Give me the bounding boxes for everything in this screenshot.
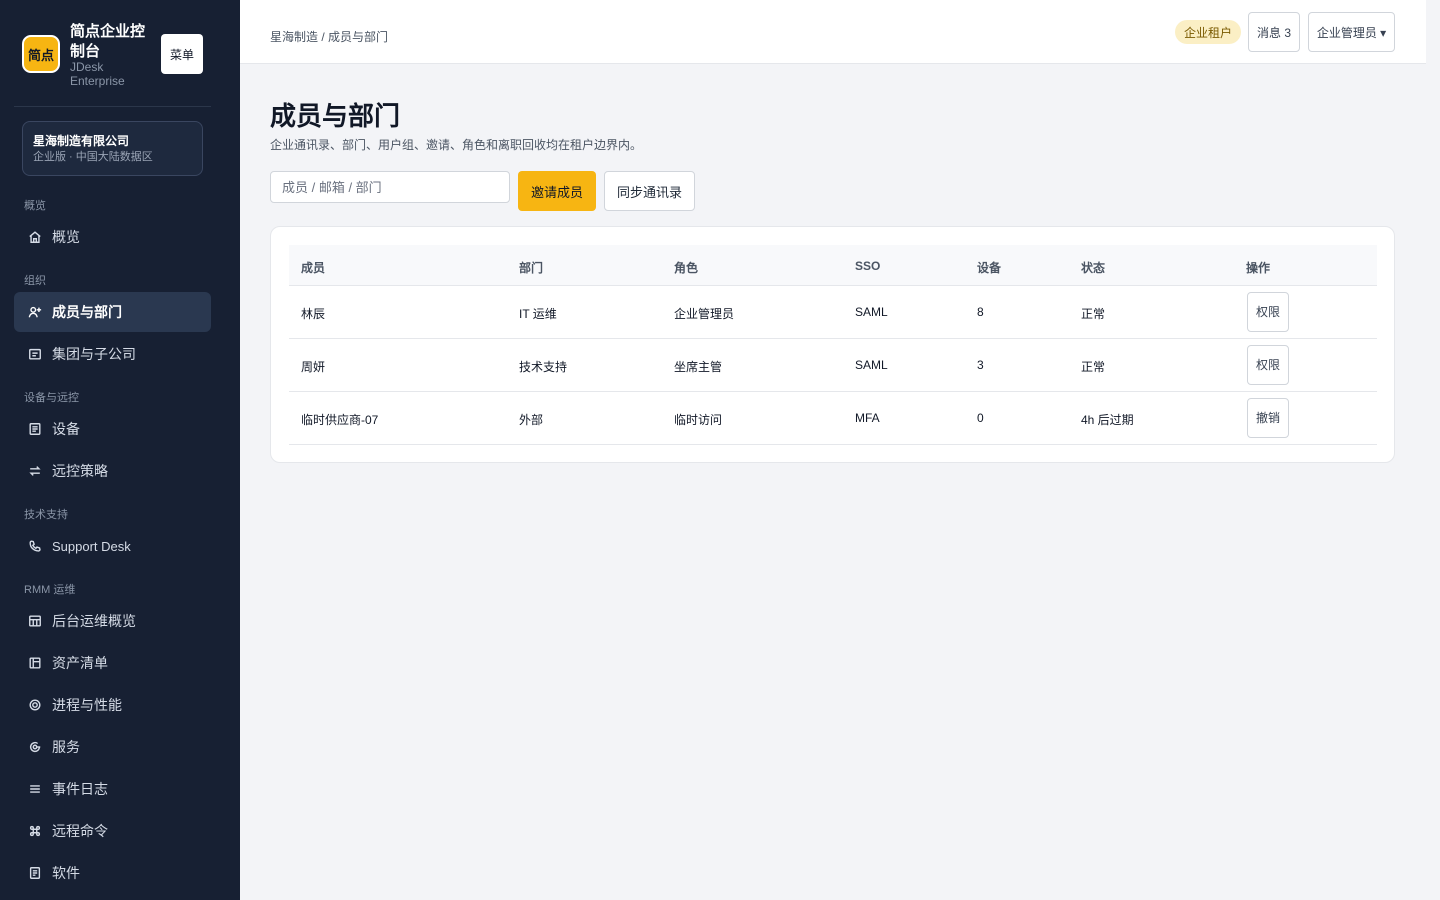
tenant-badge: 企业租户 bbox=[1175, 20, 1242, 44]
nav-group-rmm: RMM 运维 bbox=[24, 584, 76, 596]
cell-status: 4h 后过期 bbox=[1081, 413, 1134, 427]
sidebar-item-label: 资产清单 bbox=[52, 655, 108, 671]
menu-button[interactable]: 菜单 bbox=[161, 34, 203, 74]
table-row: 林辰 IT 运维 企业管理员 SAML 8 正常 权限 bbox=[289, 286, 1377, 339]
page-title: 成员与部门 bbox=[270, 101, 401, 131]
sidebar-item-ops-overview[interactable]: 后台运维概览 bbox=[14, 601, 211, 641]
cell-role: 坐席主管 bbox=[674, 360, 723, 374]
org-switcher[interactable]: 星海制造有限公司 企业版 · 中国大陆数据区 bbox=[22, 121, 203, 176]
cell-sso: SAML bbox=[855, 305, 888, 319]
cell-dept: IT 运维 bbox=[519, 307, 557, 321]
device-icon bbox=[28, 422, 42, 436]
sidebar-item-groups[interactable]: 集团与子公司 bbox=[14, 334, 211, 374]
messages-button[interactable]: 消息 3 bbox=[1248, 12, 1300, 52]
table-row: 周妍 技术支持 坐席主管 SAML 3 正常 权限 bbox=[289, 339, 1377, 392]
cell-devices: 0 bbox=[977, 411, 984, 425]
sidebar-item-software[interactable]: 软件 bbox=[14, 853, 211, 893]
page-description: 企业通讯录、部门、用户组、邀请、角色和离职回收均在租户边界内。 bbox=[270, 138, 643, 152]
sidebar-divider bbox=[14, 106, 211, 107]
cell-member: 周妍 bbox=[301, 360, 326, 374]
cell-dept: 技术支持 bbox=[519, 360, 568, 374]
scrollbar-gutter bbox=[1426, 0, 1440, 900]
topbar: 星海制造 / 成员与部门 企业租户 消息 3 企业管理员 ▾ bbox=[240, 0, 1426, 64]
sidebar-item-label: 集团与子公司 bbox=[52, 346, 136, 362]
cell-sso: SAML bbox=[855, 358, 888, 372]
command-icon bbox=[28, 824, 42, 838]
brand-name: 简点企业控制台 bbox=[70, 23, 146, 60]
sidebar-item-services[interactable]: 服务 bbox=[14, 727, 211, 767]
sidebar-item-remote-policy[interactable]: 远控策略 bbox=[14, 451, 211, 491]
file-icon bbox=[28, 866, 42, 880]
home-icon bbox=[28, 230, 42, 244]
sidebar: 简点 简点企业控制台 JDesk Enterprise 菜单 星海制造有限公司 … bbox=[0, 0, 240, 900]
nav-group-org: 组织 bbox=[24, 275, 46, 287]
column-header-sso: SSO bbox=[855, 259, 881, 273]
nav-group-support: 技术支持 bbox=[24, 509, 68, 521]
building-icon bbox=[28, 347, 42, 361]
invite-member-button[interactable]: 邀请成员 bbox=[518, 171, 596, 211]
sidebar-item-label: 软件 bbox=[52, 865, 80, 881]
sidebar-item-label: 后台运维概览 bbox=[52, 613, 136, 629]
sync-directory-button[interactable]: 同步通讯录 bbox=[604, 171, 695, 211]
column-header-role: 角色 bbox=[674, 261, 699, 275]
sidebar-item-label: 设备 bbox=[52, 421, 80, 437]
sidebar-item-members[interactable]: 成员与部门 bbox=[14, 292, 211, 332]
sidebar-item-label: 进程与性能 bbox=[52, 697, 122, 713]
column-header-devices: 设备 bbox=[977, 261, 1002, 275]
column-header-dept: 部门 bbox=[519, 261, 544, 275]
phone-icon bbox=[28, 539, 42, 553]
column-header-actions: 操作 bbox=[1246, 261, 1271, 275]
sidebar-item-label: 概览 bbox=[52, 229, 80, 245]
nav-group-devices: 设备与远控 bbox=[24, 392, 79, 404]
column-header-status: 状态 bbox=[1081, 261, 1106, 275]
permissions-button[interactable]: 权限 bbox=[1247, 345, 1289, 385]
cell-status: 正常 bbox=[1081, 360, 1106, 374]
search-input[interactable] bbox=[270, 171, 510, 203]
sidebar-item-label: 事件日志 bbox=[52, 781, 108, 797]
cell-member: 林辰 bbox=[301, 307, 326, 321]
cell-role: 临时访问 bbox=[674, 413, 723, 427]
cell-member: 临时供应商-07 bbox=[301, 413, 379, 427]
sidebar-item-remote-command[interactable]: 远程命令 bbox=[14, 811, 211, 851]
permissions-button[interactable]: 权限 bbox=[1247, 292, 1289, 332]
user-plus-icon bbox=[28, 305, 42, 319]
column-header-member: 成员 bbox=[301, 261, 326, 275]
breadcrumb: 星海制造 / 成员与部门 bbox=[270, 30, 389, 44]
brand-subtitle: JDesk Enterprise bbox=[70, 60, 125, 88]
sidebar-item-event-log[interactable]: 事件日志 bbox=[14, 769, 211, 809]
cell-devices: 8 bbox=[977, 305, 984, 319]
layout-icon bbox=[28, 656, 42, 670]
grid-icon bbox=[28, 614, 42, 628]
members-table: 成员 部门 角色 SSO 设备 状态 操作 林辰 IT 运维 企业管理员 SAM… bbox=[270, 226, 1395, 463]
swap-icon bbox=[28, 464, 42, 478]
sidebar-item-label: 远程命令 bbox=[52, 823, 108, 839]
list-icon bbox=[28, 782, 42, 796]
sidebar-item-label: 成员与部门 bbox=[52, 304, 122, 320]
table-header: 成员 部门 角色 SSO 设备 状态 操作 bbox=[289, 245, 1377, 286]
sidebar-item-processes[interactable]: 进程与性能 bbox=[14, 685, 211, 725]
nav-group-overview: 概览 bbox=[24, 200, 46, 212]
sidebar-item-overview[interactable]: 概览 bbox=[14, 217, 211, 257]
service-icon bbox=[28, 740, 42, 754]
cell-status: 正常 bbox=[1081, 307, 1106, 321]
revoke-button[interactable]: 撤销 bbox=[1247, 398, 1289, 438]
table-row: 临时供应商-07 外部 临时访问 MFA 0 4h 后过期 撤销 bbox=[289, 392, 1377, 445]
sidebar-item-label: Support Desk bbox=[52, 538, 131, 554]
sidebar-item-label: 服务 bbox=[52, 739, 80, 755]
sidebar-item-support-desk[interactable]: Support Desk bbox=[14, 526, 211, 566]
cell-devices: 3 bbox=[977, 358, 984, 372]
org-plan: 企业版 · 中国大陆数据区 bbox=[33, 151, 153, 163]
target-icon bbox=[28, 698, 42, 712]
brand-logo: 简点 bbox=[22, 35, 60, 73]
sidebar-item-label: 远控策略 bbox=[52, 463, 108, 479]
cell-dept: 外部 bbox=[519, 413, 544, 427]
cell-sso: MFA bbox=[855, 411, 880, 425]
cell-role: 企业管理员 bbox=[674, 307, 735, 321]
admin-menu-button[interactable]: 企业管理员 ▾ bbox=[1308, 12, 1395, 52]
sidebar-item-assets[interactable]: 资产清单 bbox=[14, 643, 211, 683]
org-name: 星海制造有限公司 bbox=[33, 134, 130, 148]
brand: 简点 简点企业控制台 JDesk Enterprise 菜单 bbox=[22, 22, 203, 94]
sidebar-item-devices[interactable]: 设备 bbox=[14, 409, 211, 449]
